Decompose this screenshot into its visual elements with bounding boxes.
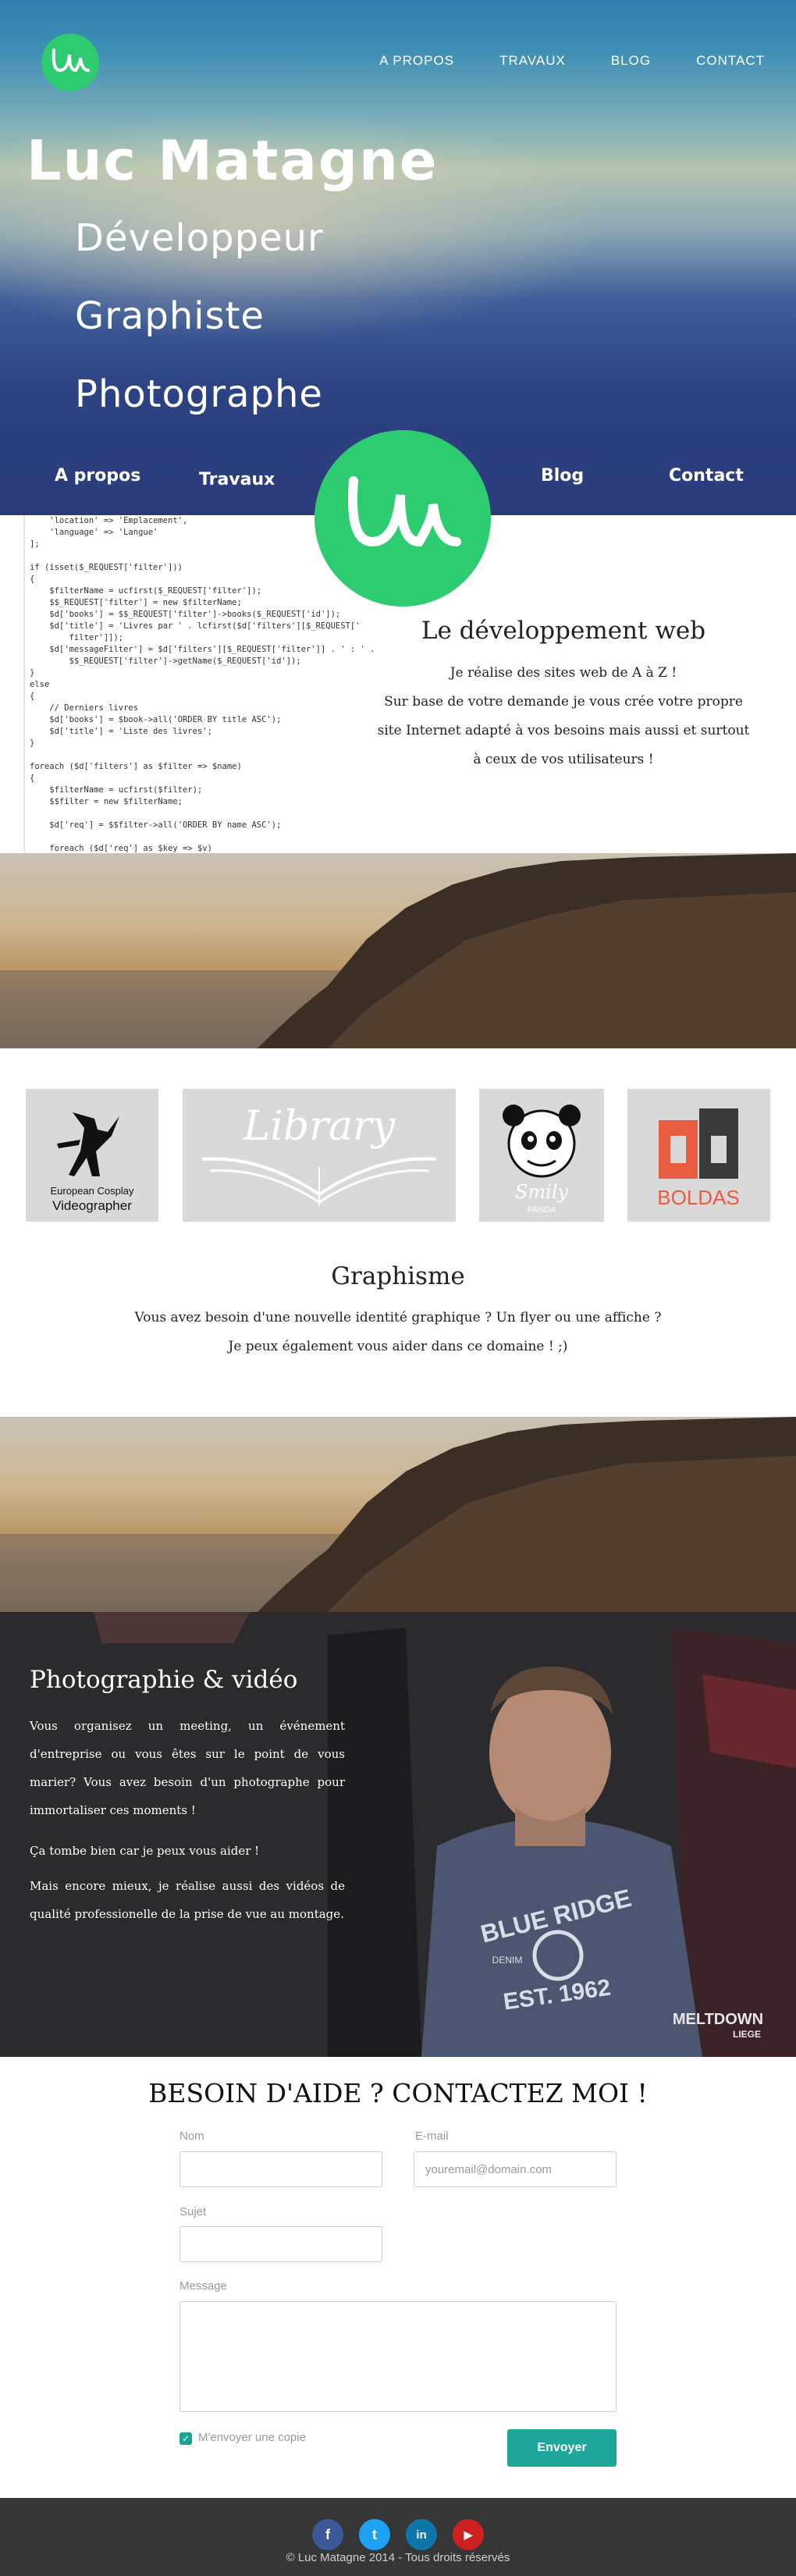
- tile-boldas-text: BOLDAS: [657, 1186, 740, 1209]
- logo-monogram-large-icon: [348, 476, 461, 547]
- logo-monogram-icon: [52, 48, 90, 73]
- photo-paragraph: Vous organisez un meeting, un événement …: [30, 1719, 345, 1817]
- code-line: $d['req'] = $$filter->all('ORDER BY name…: [30, 820, 282, 830]
- footer: [0, 2498, 796, 2576]
- hero-name: Luc Matagne: [27, 129, 439, 193]
- name-field[interactable]: [179, 2151, 382, 2187]
- code-line: $d['books'] = $$_REQUEST['filter']->book…: [30, 610, 341, 619]
- bottom-nav-blog[interactable]: Blog: [541, 466, 584, 486]
- logo-big[interactable]: [314, 430, 491, 607]
- dev-section-text: Le développement web Je réalise des site…: [361, 617, 766, 774]
- email-field[interactable]: youremail@domain.com: [414, 2151, 617, 2187]
- bottom-nav-contact[interactable]: Contact: [669, 466, 744, 486]
- code-snippet: 'location' => 'Emplacement', 'language' …: [0, 515, 375, 852]
- twitter-icon[interactable]: t: [359, 2519, 390, 2550]
- code-line: $d['title'] = 'Liste des livres';: [30, 727, 212, 736]
- code-line: {: [30, 774, 35, 783]
- code-line: }: [30, 738, 35, 748]
- code-line: $$_REQUEST['filter']->getName($_REQUEST[…: [30, 656, 301, 666]
- code-line: $d['messageFilter'] = $d['filters'][$_RE…: [30, 645, 375, 654]
- graphisme-title: Graphisme: [331, 1262, 465, 1290]
- contact-title: BESOIN D'AIDE ? CONTACTEZ MOI !: [148, 2078, 648, 2108]
- email-label: E-mail: [415, 2129, 449, 2143]
- sunset-cliff-banner: [0, 1417, 796, 1612]
- subject-label: Sujet: [179, 2205, 207, 2218]
- subject-field[interactable]: [179, 2226, 382, 2262]
- linkedin-icon[interactable]: in: [406, 2519, 437, 2550]
- panda-logo-icon: Smily PANDA: [503, 1105, 581, 1215]
- top-nav: A PROPOS TRAVAUX BLOG CONTACT: [379, 53, 765, 69]
- dev-title: Le développement web: [421, 617, 706, 645]
- bottom-nav-travaux[interactable]: Travaux: [199, 470, 275, 489]
- code-line: filter']]);: [30, 633, 124, 642]
- code-line: foreach ($d['filters'] as $filter => $na…: [30, 762, 242, 771]
- cliff-image: [0, 853, 796, 1048]
- code-line: // Derniers livres: [30, 703, 139, 713]
- shirt-denim-text: DENIM: [492, 1955, 523, 1966]
- youtube-icon[interactable]: ▶: [453, 2519, 484, 2550]
- code-line: }: [30, 668, 35, 678]
- cliff-image: [0, 1417, 796, 1612]
- portfolio-tile-boldas[interactable]: BOLDAS: [627, 1089, 770, 1222]
- copy-checkbox[interactable]: ✓: [179, 2432, 192, 2445]
- bottom-nav-apropos[interactable]: A propos: [55, 466, 140, 486]
- code-line: $$filter = new $filterName;: [30, 797, 183, 806]
- library-logo-icon: Library: [201, 1103, 437, 1206]
- code-line: if (isset($_REQUEST['filter'])): [30, 563, 183, 572]
- role-designer: Graphiste: [75, 294, 265, 338]
- message-textarea[interactable]: [179, 2301, 617, 2412]
- tile-cosplay-line1: European Cosplay: [51, 1185, 134, 1197]
- code-line: {: [30, 692, 35, 701]
- watermark-liege: LIEGE: [733, 2029, 761, 2040]
- nav-blog[interactable]: BLOG: [611, 53, 651, 69]
- photo-title: Photographie & vidéo: [30, 1666, 298, 1694]
- portfolio-tile-library[interactable]: Library: [183, 1089, 456, 1222]
- dev-line: site Internet adapté à vos besoins mais …: [377, 723, 750, 738]
- tile-smily-text: Smily: [515, 1181, 569, 1203]
- code-gutter: [23, 515, 25, 852]
- role-photographer: Photographe: [75, 372, 323, 416]
- code-line: else: [30, 680, 50, 689]
- dev-line: Je réalise des sites web de A à Z !: [450, 665, 677, 681]
- page: A PROPOS TRAVAUX BLOG CONTACT Luc Matagn…: [0, 0, 796, 2576]
- dev-line: Sur base de votre demande je vous crée v…: [384, 694, 743, 710]
- copyright: © Luc Matagne 2014 - Tous droits réservé…: [286, 2551, 510, 2564]
- code-line: $filterName = ucfirst($filter);: [30, 785, 203, 795]
- code-line: $d['title'] = 'Livres par ' . lcfirst($d…: [30, 621, 361, 631]
- boldas-logo-icon: BOLDAS: [657, 1108, 740, 1209]
- name-label: Nom: [179, 2129, 204, 2143]
- nav-contact[interactable]: CONTACT: [696, 53, 765, 69]
- send-button[interactable]: Envoyer: [507, 2429, 617, 2467]
- portfolio-tile-smily[interactable]: Smily PANDA: [479, 1089, 604, 1222]
- photo-paragraph: Mais encore mieux, je réalise aussi des …: [30, 1879, 345, 1921]
- sunset-cliff-banner: [0, 853, 796, 1048]
- portfolio-tile-cosplay[interactable]: European Cosplay Videographer: [26, 1089, 158, 1222]
- watermark-meltdown: MELTDOWN: [673, 2011, 763, 2028]
- facebook-icon[interactable]: f: [312, 2519, 343, 2550]
- code-line: foreach ($d['req'] as $key => $v): [30, 844, 212, 852]
- logo-small[interactable]: [41, 34, 99, 91]
- nav-apropos[interactable]: A PROPOS: [379, 53, 454, 69]
- copy-label: M'envoyer une copie: [198, 2431, 306, 2444]
- code-line: $$_REQUEST['filter'] = new $filterName;: [30, 598, 242, 607]
- tile-cosplay-line2: Videographer: [52, 1198, 132, 1213]
- code-line: {: [30, 575, 35, 584]
- tile-panda-text: PANDA: [527, 1205, 556, 1215]
- nav-travaux[interactable]: TRAVAUX: [499, 53, 566, 69]
- cosplay-logo-icon: European Cosplay Videographer: [51, 1112, 134, 1213]
- email-placeholder: youremail@domain.com: [425, 2162, 552, 2176]
- code-line: $d['books'] = $book->all('ORDER BY title…: [30, 715, 282, 724]
- role-developer: Développeur: [75, 216, 324, 260]
- tile-library-text: Library: [243, 1103, 396, 1150]
- dev-line: à ceux de vos utilisateurs !: [473, 752, 654, 767]
- photo-paragraph: Ça tombe bien car je peux vous aider !: [30, 1844, 260, 1858]
- message-label: Message: [179, 2279, 227, 2293]
- graphisme-line: Je peux également vous aider dans ce dom…: [228, 1339, 568, 1354]
- graphisme-line: Vous avez besoin d'une nouvelle identité…: [134, 1310, 662, 1325]
- code-line: $filterName = ucfirst($_REQUEST['filter'…: [30, 586, 262, 596]
